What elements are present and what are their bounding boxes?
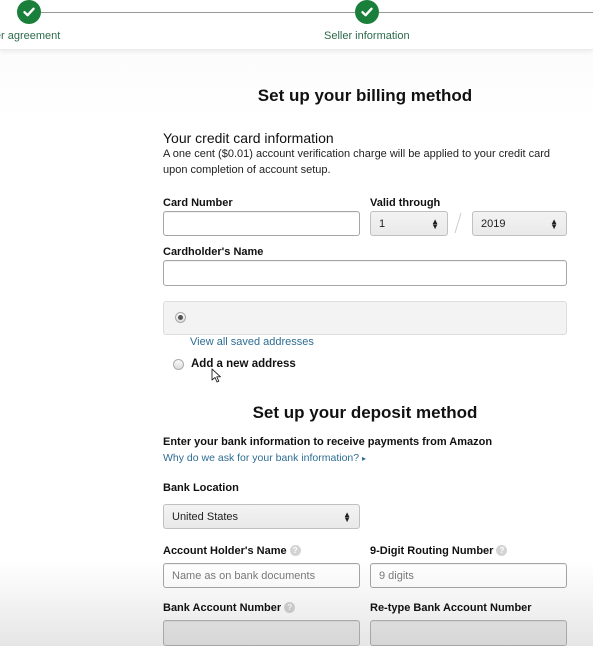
account-holder-input[interactable]: Name as on bank documents <box>163 563 360 588</box>
radio-selected-dot <box>178 315 183 320</box>
routing-number-input[interactable]: 9 digits <box>370 563 567 588</box>
account-number-label: Bank Account Number <box>163 602 282 614</box>
step-connector <box>378 12 593 13</box>
valid-through-label: Valid through <box>370 197 441 209</box>
cardholder-name-input[interactable] <box>163 260 567 286</box>
check-circle-icon <box>355 0 379 24</box>
step-connector <box>40 12 355 13</box>
account-number-input[interactable] <box>163 620 360 646</box>
bank-location-select[interactable]: United States ▲ ▼ <box>163 504 360 529</box>
why-bank-info-link[interactable]: Why do we ask for your bank information?… <box>163 452 366 464</box>
help-icon[interactable]: ? <box>284 602 296 613</box>
bank-info-intro: Enter your bank information to receive p… <box>163 436 493 448</box>
page: ller agreement Seller information Set up… <box>0 0 593 646</box>
expiry-month-value: 1 <box>379 217 386 230</box>
add-new-address-label[interactable]: Add a new address <box>191 358 296 370</box>
select-arrows-icon: ▲ ▼ <box>550 216 558 231</box>
bank-location-label: Bank Location <box>163 482 239 494</box>
help-icon[interactable]: ? <box>496 545 508 556</box>
help-icon[interactable]: ? <box>289 545 301 556</box>
retype-account-number-label: Re-type Bank Account Number <box>370 602 532 614</box>
cardholder-name-label: Cardholder's Name <box>163 246 264 258</box>
select-arrows-icon: ▲ ▼ <box>343 509 351 524</box>
account-holder-label-row: Account Holder's Name? <box>163 545 301 557</box>
date-separator <box>454 212 462 234</box>
account-holder-label: Account Holder's Name <box>163 545 287 557</box>
routing-number-label: 9-Digit Routing Number <box>370 545 494 557</box>
card-number-label: Card Number <box>163 197 233 209</box>
verification-charge-notice: A one cent ($0.01) account verification … <box>163 148 551 176</box>
expiry-year-value: 2019 <box>481 217 506 230</box>
routing-number-label-row: 9-Digit Routing Number? <box>370 545 508 557</box>
deposit-section-title: Set up your deposit method <box>252 403 478 422</box>
check-circle-icon <box>17 0 41 24</box>
step-label: Seller information <box>324 30 410 42</box>
billing-section-title: Set up your billing method <box>257 86 473 105</box>
mouse-cursor-icon <box>211 368 221 383</box>
retype-account-number-input[interactable] <box>370 620 567 646</box>
expiry-year-select[interactable]: 2019 ▲ ▼ <box>472 211 567 236</box>
step-label: ller agreement <box>0 30 61 42</box>
select-arrows-icon: ▲ ▼ <box>431 216 439 231</box>
view-saved-addresses-link[interactable]: View all saved addresses <box>190 336 314 348</box>
progress-stepper: ller agreement Seller information <box>0 0 593 50</box>
account-number-label-row: Bank Account Number? <box>163 602 296 614</box>
saved-address-radio[interactable] <box>175 312 186 323</box>
expiry-month-select[interactable]: 1 ▲ ▼ <box>370 211 448 236</box>
saved-address-option[interactable] <box>163 301 567 335</box>
add-new-address-radio[interactable] <box>173 359 184 370</box>
bank-location-value: United States <box>172 510 239 523</box>
caret-right-icon: ▸ <box>362 454 367 463</box>
why-bank-info-text: Why do we ask for your bank information? <box>163 452 360 464</box>
credit-card-subtitle: Your credit card information <box>163 130 334 146</box>
card-number-input[interactable] <box>163 211 360 236</box>
